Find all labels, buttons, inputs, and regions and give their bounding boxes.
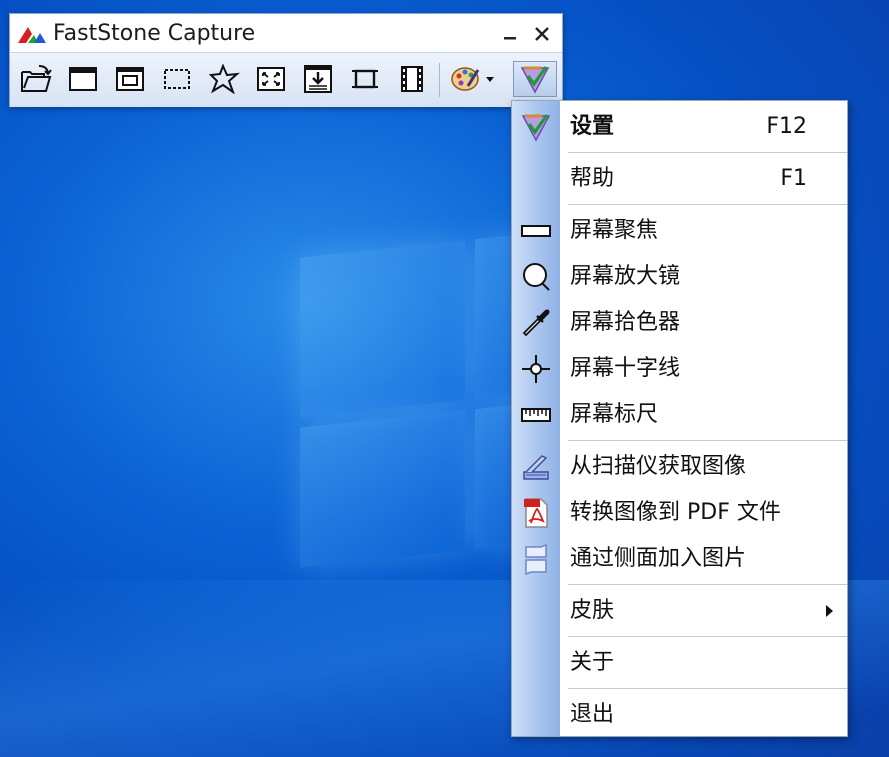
menu-item-label: 退出: [570, 702, 615, 727]
capture-fullscreen-icon: [257, 67, 285, 91]
capture-scrolling-icon: [304, 65, 332, 93]
capture-toolbar: [10, 52, 562, 107]
output-destination-button[interactable]: [446, 61, 500, 97]
pdf-icon: [524, 498, 548, 528]
menu-item-screen-focus[interactable]: 屏幕聚焦: [512, 215, 847, 247]
menu-item-skin[interactable]: 皮肤: [512, 595, 847, 627]
capture-rectangle-button[interactable]: [157, 61, 197, 97]
menu-item-label: 从扫描仪获取图像: [570, 454, 747, 479]
menu-item-convert-pdf[interactable]: 转换图像到 PDF 文件: [512, 497, 847, 529]
menu-item-exit[interactable]: 退出: [512, 699, 847, 731]
minimize-button[interactable]: [496, 20, 524, 48]
screen-recorder-button[interactable]: [392, 61, 432, 97]
faststone-capture-window: FastStone Capture: [9, 13, 563, 107]
settings-menu-icon: [520, 66, 550, 94]
capture-scrolling-button[interactable]: [298, 61, 338, 97]
menu-item-label: 屏幕放大镜: [570, 264, 681, 289]
screen-recorder-icon: [401, 66, 423, 92]
title-bar[interactable]: FastStone Capture: [10, 14, 562, 52]
join-images-icon: [525, 543, 547, 575]
menu-item-help[interactable]: 帮助 F1: [512, 163, 847, 195]
screen-focus-icon: [521, 225, 551, 237]
scanner-icon: [523, 455, 549, 480]
menu-item-label: 通过侧面加入图片: [570, 546, 747, 571]
menu-item-label: 屏幕聚焦: [570, 218, 659, 243]
menu-item-label: 关于: [570, 650, 615, 675]
menu-item-acquire-scanner[interactable]: 从扫描仪获取图像: [512, 451, 847, 483]
capture-freehand-icon: [208, 64, 240, 94]
menu-item-settings[interactable]: 设置 F12: [512, 111, 847, 143]
menu-item-color-picker[interactable]: 屏幕拾色器: [512, 307, 847, 339]
settings-icon: [521, 114, 551, 142]
capture-freehand-button[interactable]: [204, 61, 244, 97]
menu-separator: [568, 584, 847, 585]
menu-item-label: 帮助: [570, 166, 615, 191]
capture-fixed-region-button[interactable]: [345, 61, 385, 97]
magnifier-icon: [523, 263, 550, 291]
menu-item-label: 设置: [570, 114, 615, 139]
crosshair-icon: [522, 355, 550, 383]
ruler-icon: [521, 408, 551, 422]
menu-item-label: 转换图像到 PDF 文件: [570, 500, 781, 525]
close-button[interactable]: [528, 20, 556, 48]
menu-separator: [568, 636, 847, 637]
capture-window-object-icon: [116, 67, 144, 91]
menu-item-join-images[interactable]: 通过侧面加入图片: [512, 543, 847, 575]
menu-item-label: 屏幕十字线: [570, 356, 681, 381]
menu-item-screen-magnifier[interactable]: 屏幕放大镜: [512, 261, 847, 293]
menu-separator: [568, 152, 847, 153]
capture-rectangle-icon: [164, 69, 190, 89]
menu-item-about[interactable]: 关于: [512, 647, 847, 679]
settings-menu-button[interactable]: [513, 61, 557, 97]
menu-item-shortcut: F1: [780, 166, 807, 191]
menu-item-label: 皮肤: [570, 598, 615, 623]
menu-item-crosshair[interactable]: 屏幕十字线: [512, 353, 847, 385]
open-folder-icon: [21, 65, 52, 92]
menu-separator: [568, 204, 847, 205]
capture-fullscreen-button[interactable]: [251, 61, 291, 97]
faststone-logo-icon: [18, 27, 46, 43]
submenu-arrow-icon: [826, 605, 833, 617]
close-icon: [535, 27, 549, 41]
menu-item-label: 屏幕拾色器: [570, 310, 681, 335]
capture-fixed-region-icon: [352, 69, 378, 89]
settings-context-menu: 设置 F12 帮助 F1 屏幕聚焦 屏幕放大镜 屏幕拾色器 屏幕十字线 屏幕标尺…: [511, 100, 848, 737]
capture-active-window-button[interactable]: [63, 61, 103, 97]
toolbar-separator: [439, 63, 440, 97]
window-title: FastStone Capture: [53, 21, 256, 46]
open-button[interactable]: [16, 61, 56, 97]
minimize-icon: [504, 37, 516, 40]
color-picker-icon: [522, 309, 550, 337]
menu-item-shortcut: F12: [766, 114, 807, 139]
menu-separator: [568, 688, 847, 689]
menu-item-label: 屏幕标尺: [570, 402, 659, 427]
menu-separator: [568, 440, 847, 441]
output-palette-icon: [451, 67, 494, 91]
menu-item-ruler[interactable]: 屏幕标尺: [512, 399, 847, 431]
capture-window-object-button[interactable]: [110, 61, 150, 97]
capture-active-window-icon: [69, 67, 97, 91]
